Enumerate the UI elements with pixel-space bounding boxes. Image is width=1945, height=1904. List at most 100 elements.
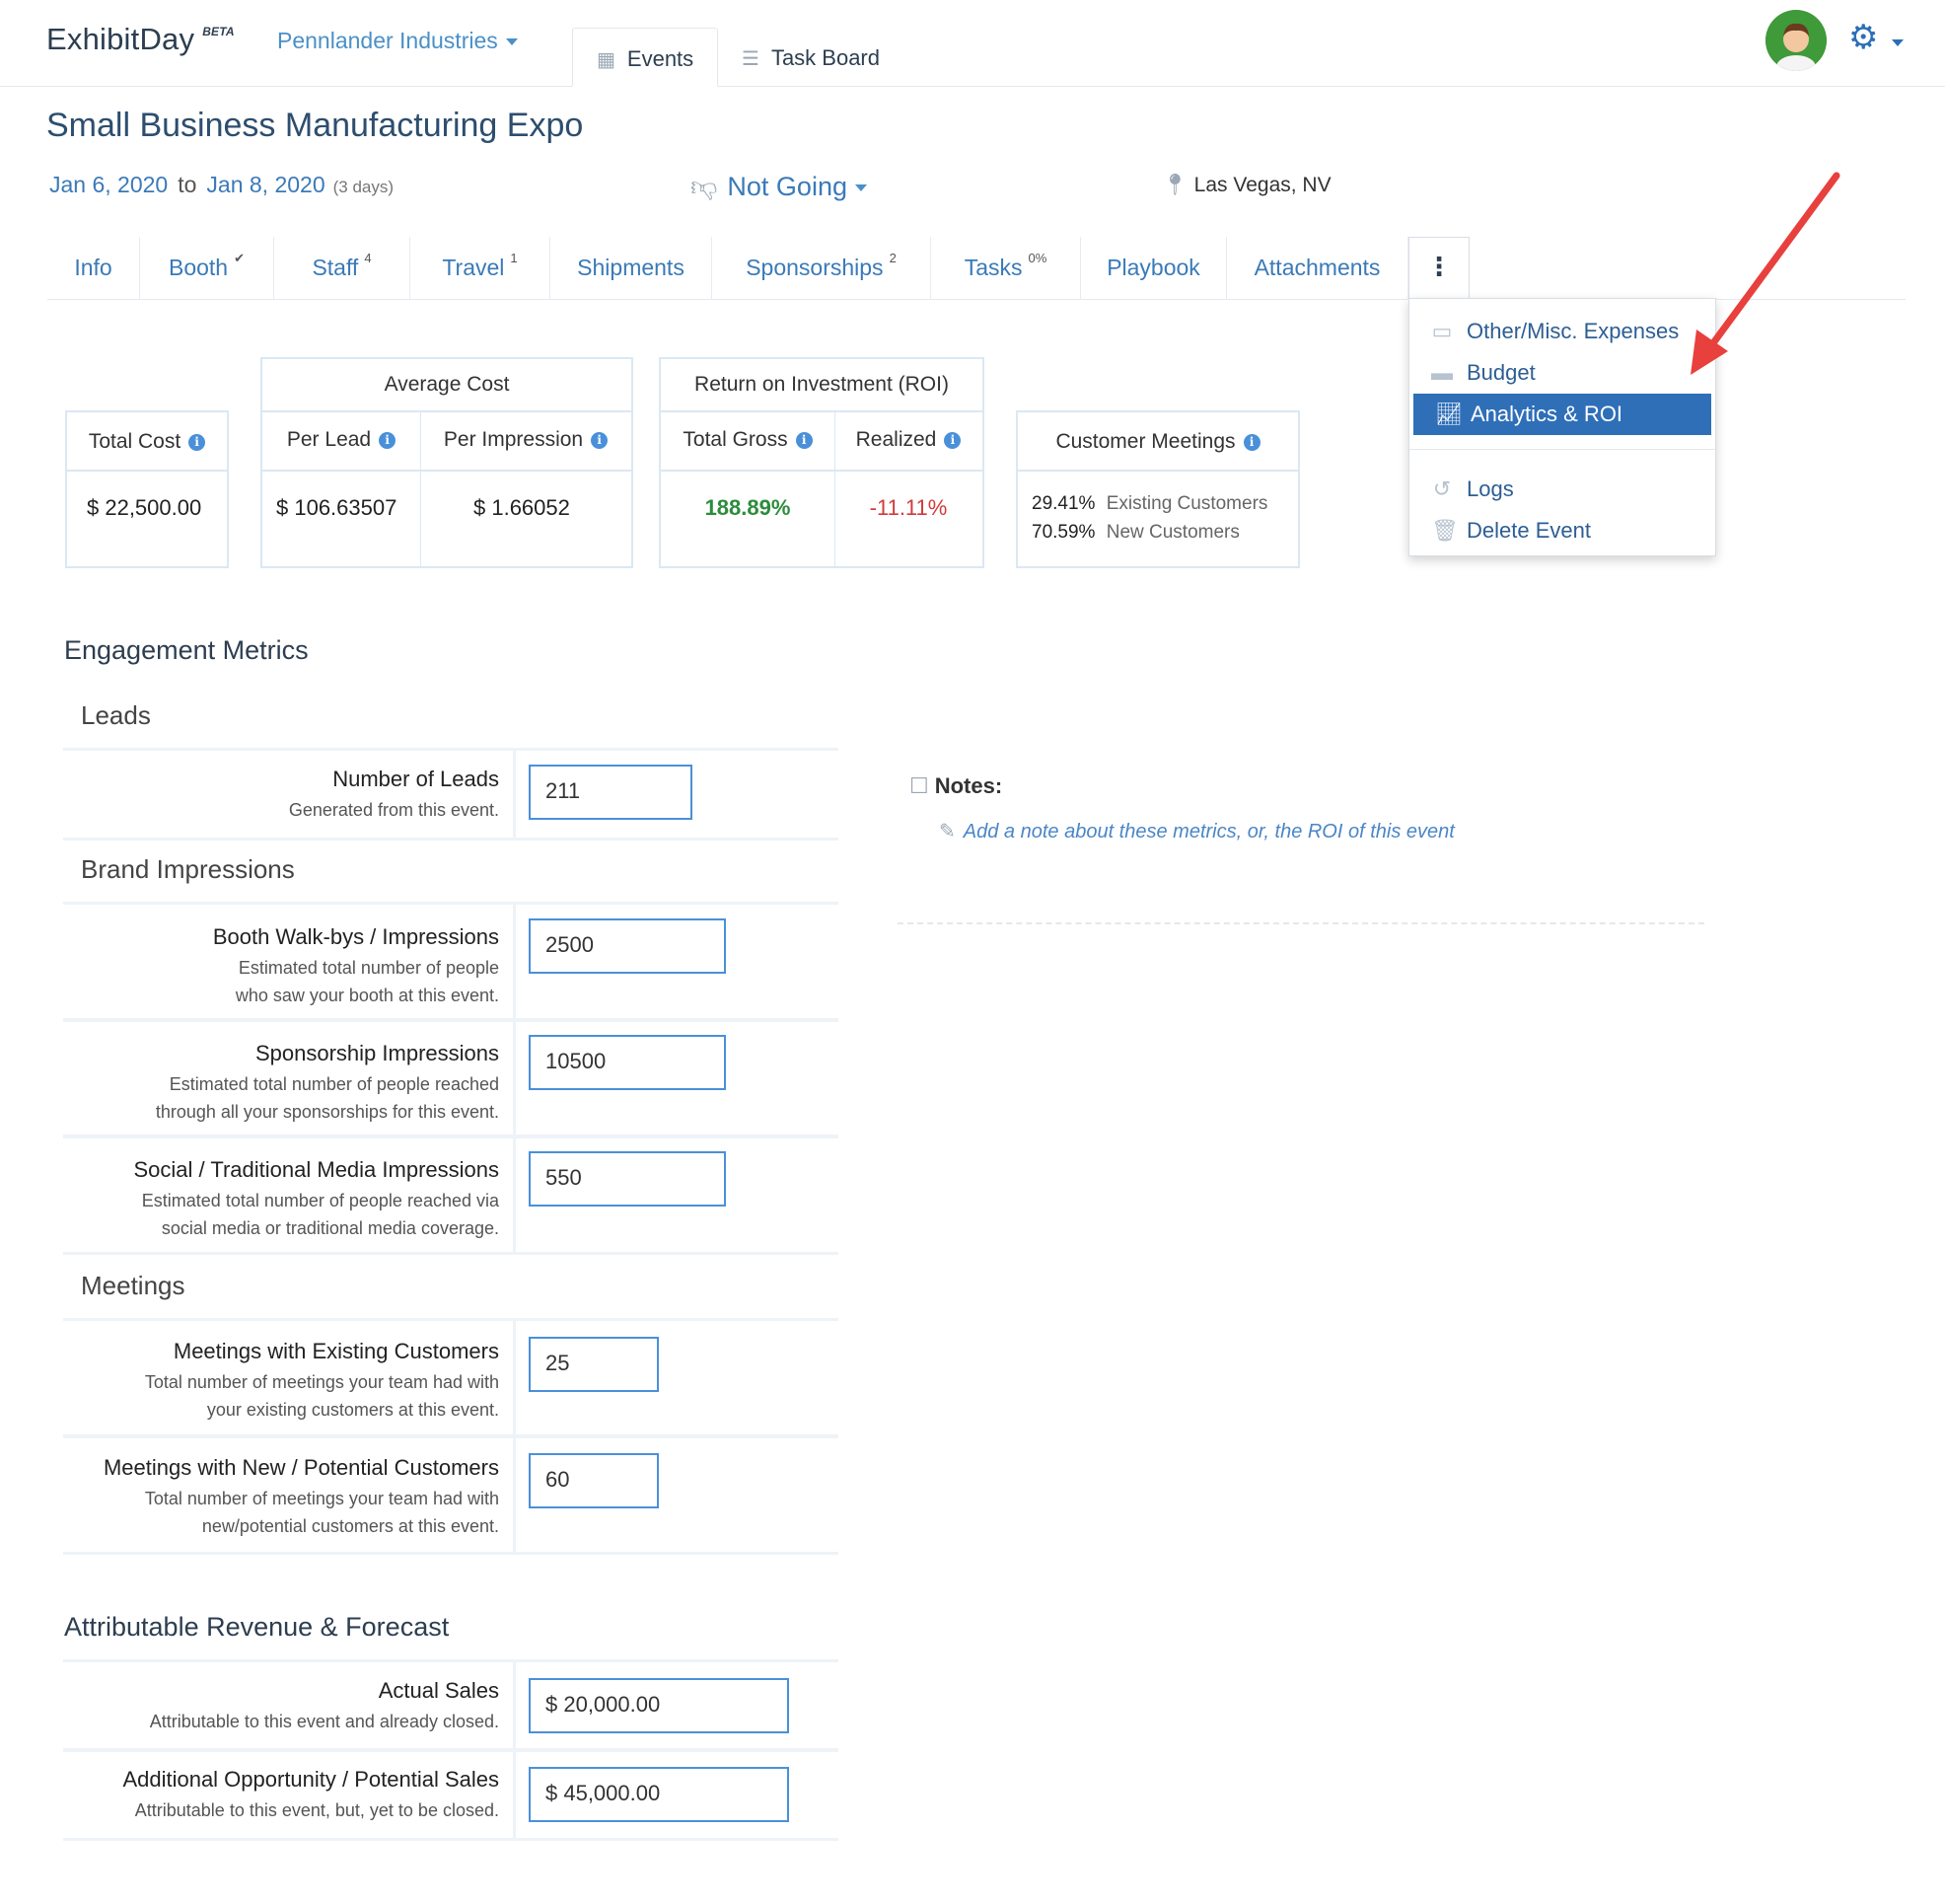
metric-description: Generated from this event. bbox=[288, 800, 499, 820]
note-icon: ☐ bbox=[909, 773, 929, 798]
total-cost-value: $ 22,500.00 bbox=[87, 495, 202, 520]
metric-description: Estimated total number of people bbox=[238, 958, 499, 978]
tab-playbook[interactable]: Playbook bbox=[1081, 237, 1227, 300]
per-impression-value: $ 1.66052 bbox=[473, 495, 570, 520]
metric-row-media-impressions: Social / Traditional Media Impressions E… bbox=[63, 1135, 838, 1255]
metric-description: Total number of meetings your team had w… bbox=[144, 1489, 499, 1508]
user-avatar[interactable] bbox=[1765, 10, 1827, 71]
nav-tab-task-board[interactable]: ☰ Task Board bbox=[718, 28, 915, 87]
add-note-link[interactable]: ✎ Add a note about these metrics, or, the… bbox=[939, 819, 1455, 843]
cash-icon: ▬ bbox=[1431, 360, 1453, 385]
event-location: 📍︎ Las Vegas, NV bbox=[1162, 174, 1332, 196]
event-dates[interactable]: Jan 6, 2020 to Jan 8, 2020 (3 days) bbox=[49, 172, 394, 198]
revenue-heading: Attributable Revenue & Forecast bbox=[64, 1612, 450, 1642]
metric-description: Total number of meetings your team had w… bbox=[144, 1372, 499, 1392]
menu-item-analytics-roi[interactable]: 📈︎ Analytics & ROI bbox=[1413, 394, 1711, 435]
per-lead-value: $ 106.63507 bbox=[276, 495, 397, 520]
new-meetings-input[interactable]: 60 bbox=[529, 1453, 659, 1508]
start-date[interactable]: Jan 6, 2020 bbox=[49, 172, 168, 197]
info-icon[interactable]: i bbox=[188, 434, 206, 451]
info-icon[interactable]: i bbox=[944, 432, 962, 449]
tab-staff[interactable]: Staff 4 bbox=[274, 237, 410, 300]
sponsorships-count-badge: 2 bbox=[889, 251, 897, 266]
tab-sponsorships[interactable]: Sponsorships 2 bbox=[712, 237, 931, 300]
engagement-metrics-heading: Engagement Metrics bbox=[64, 635, 309, 665]
metric-label: Meetings with Existing Customers bbox=[173, 1339, 499, 1363]
metric-description: through all your sponsorships for this e… bbox=[155, 1102, 499, 1122]
metric-description: Attributable to this event, but, yet to … bbox=[134, 1800, 499, 1820]
duration: (3 days) bbox=[332, 178, 395, 196]
org-switcher[interactable]: Pennlander Industries bbox=[277, 28, 518, 54]
menu-item-delete-event[interactable]: 🗑︎ Delete Event bbox=[1409, 510, 1715, 551]
metric-label: Social / Traditional Media Impressions bbox=[133, 1157, 500, 1182]
tab-booth[interactable]: Booth ✔ bbox=[140, 237, 274, 300]
per-impression-label: Per Impression bbox=[443, 428, 584, 451]
tab-attachments[interactable]: Attachments bbox=[1227, 237, 1408, 300]
info-icon[interactable]: i bbox=[1243, 434, 1261, 451]
metric-label: Sponsorship Impressions bbox=[254, 1041, 499, 1065]
existing-pct: 29.41% bbox=[1032, 493, 1096, 514]
customer-meetings-card: Customer Meetings i 29.41% Existing Custo… bbox=[1016, 410, 1300, 568]
menu-item-logs[interactable]: ↺ Logs bbox=[1409, 469, 1715, 510]
roi-card: Return on Investment (ROI) Total Gross i … bbox=[659, 357, 984, 568]
info-icon[interactable]: i bbox=[795, 432, 813, 449]
per-lead-label: Per Lead bbox=[286, 428, 372, 451]
tasks-progress-badge: 0% bbox=[1028, 251, 1047, 266]
menu-divider bbox=[1409, 449, 1715, 450]
metric-row-existing-meetings: Meetings with Existing Customers Total n… bbox=[63, 1318, 838, 1438]
meetings-heading: Meetings bbox=[81, 1271, 185, 1300]
actual-sales-input[interactable]: $ 20,000.00 bbox=[529, 1678, 789, 1733]
menu-item-other-expenses[interactable]: ▭ Other/Misc. Expenses bbox=[1409, 311, 1715, 352]
metric-description: Estimated total number of people reached… bbox=[141, 1191, 499, 1210]
total-cost-label: Total Cost bbox=[88, 430, 181, 453]
trash-icon: 🗑︎ bbox=[1431, 518, 1459, 543]
tab-shipments[interactable]: Shipments bbox=[550, 237, 712, 300]
history-icon: ↺ bbox=[1432, 476, 1452, 501]
new-label: New Customers bbox=[1106, 522, 1240, 543]
more-options-menu: ▭ Other/Misc. Expenses ▬ Budget 📈︎ Analytic… bbox=[1408, 298, 1716, 556]
media-impressions-input[interactable]: 550 bbox=[529, 1151, 726, 1207]
potential-sales-input[interactable]: $ 45,000.00 bbox=[529, 1767, 789, 1822]
gear-icon[interactable]: ⚙ bbox=[1848, 18, 1878, 57]
calendar-icon: ▦ bbox=[597, 49, 615, 71]
metric-description: who saw your booth at this event. bbox=[235, 986, 499, 1005]
tab-travel[interactable]: Travel 1 bbox=[410, 237, 550, 300]
average-cost-card: Average Cost Per Lead i Per Impression i $… bbox=[260, 357, 633, 568]
metric-row-new-meetings: Meetings with New / Potential Customers … bbox=[63, 1434, 838, 1555]
beta-badge: BETA bbox=[202, 25, 235, 38]
tab-info[interactable]: Info bbox=[47, 237, 140, 300]
staff-count-badge: 4 bbox=[364, 251, 372, 266]
app-logo[interactable]: ExhibitDay BETA bbox=[46, 22, 235, 57]
revenue-row-actual-sales: Actual Sales Attributable to this event … bbox=[63, 1659, 838, 1752]
notes-divider bbox=[898, 922, 1704, 924]
customer-meetings-label: Customer Meetings bbox=[1055, 430, 1236, 453]
checklist-icon: ☰ bbox=[742, 48, 759, 70]
travel-count-badge: 1 bbox=[510, 251, 518, 266]
number-of-leads-input[interactable]: 211 bbox=[529, 765, 692, 820]
end-date[interactable]: Jan 8, 2020 bbox=[206, 172, 324, 197]
thumbs-down-icon: 👎︎ bbox=[690, 172, 718, 201]
info-icon[interactable]: i bbox=[591, 432, 609, 449]
metric-description: Attributable to this event and already c… bbox=[149, 1712, 499, 1731]
existing-label: Existing Customers bbox=[1106, 493, 1268, 514]
sponsorship-impressions-input[interactable]: 10500 bbox=[529, 1035, 726, 1090]
booth-walkbys-input[interactable]: 2500 bbox=[529, 918, 726, 974]
map-pin-icon: 📍︎ bbox=[1162, 174, 1189, 196]
total-gross-label: Total Gross bbox=[683, 428, 788, 451]
attendance-status-dropdown[interactable]: 👎︎ Not Going bbox=[690, 172, 867, 203]
chevron-down-icon[interactable] bbox=[1892, 39, 1904, 46]
new-pct: 70.59% bbox=[1032, 522, 1096, 543]
tab-tasks[interactable]: Tasks 0% bbox=[931, 237, 1081, 300]
metric-label: Actual Sales bbox=[378, 1678, 499, 1703]
pencil-icon: ✎ bbox=[939, 821, 956, 842]
brand-impressions-heading: Brand Impressions bbox=[81, 854, 295, 884]
more-options-icon[interactable]: ⋮ bbox=[1408, 237, 1470, 300]
realized-label: Realized bbox=[855, 428, 937, 451]
metric-description: new/potential customers at this event. bbox=[201, 1516, 499, 1536]
info-icon[interactable]: i bbox=[379, 432, 396, 449]
total-gross-value: 188.89% bbox=[704, 495, 791, 520]
existing-meetings-input[interactable]: 25 bbox=[529, 1337, 659, 1392]
nav-tab-events[interactable]: ▦ Events bbox=[572, 28, 718, 87]
metric-row-booth-walkbys: Booth Walk-bys / Impressions Estimated t… bbox=[63, 902, 838, 1022]
menu-item-budget[interactable]: ▬ Budget bbox=[1409, 352, 1715, 394]
